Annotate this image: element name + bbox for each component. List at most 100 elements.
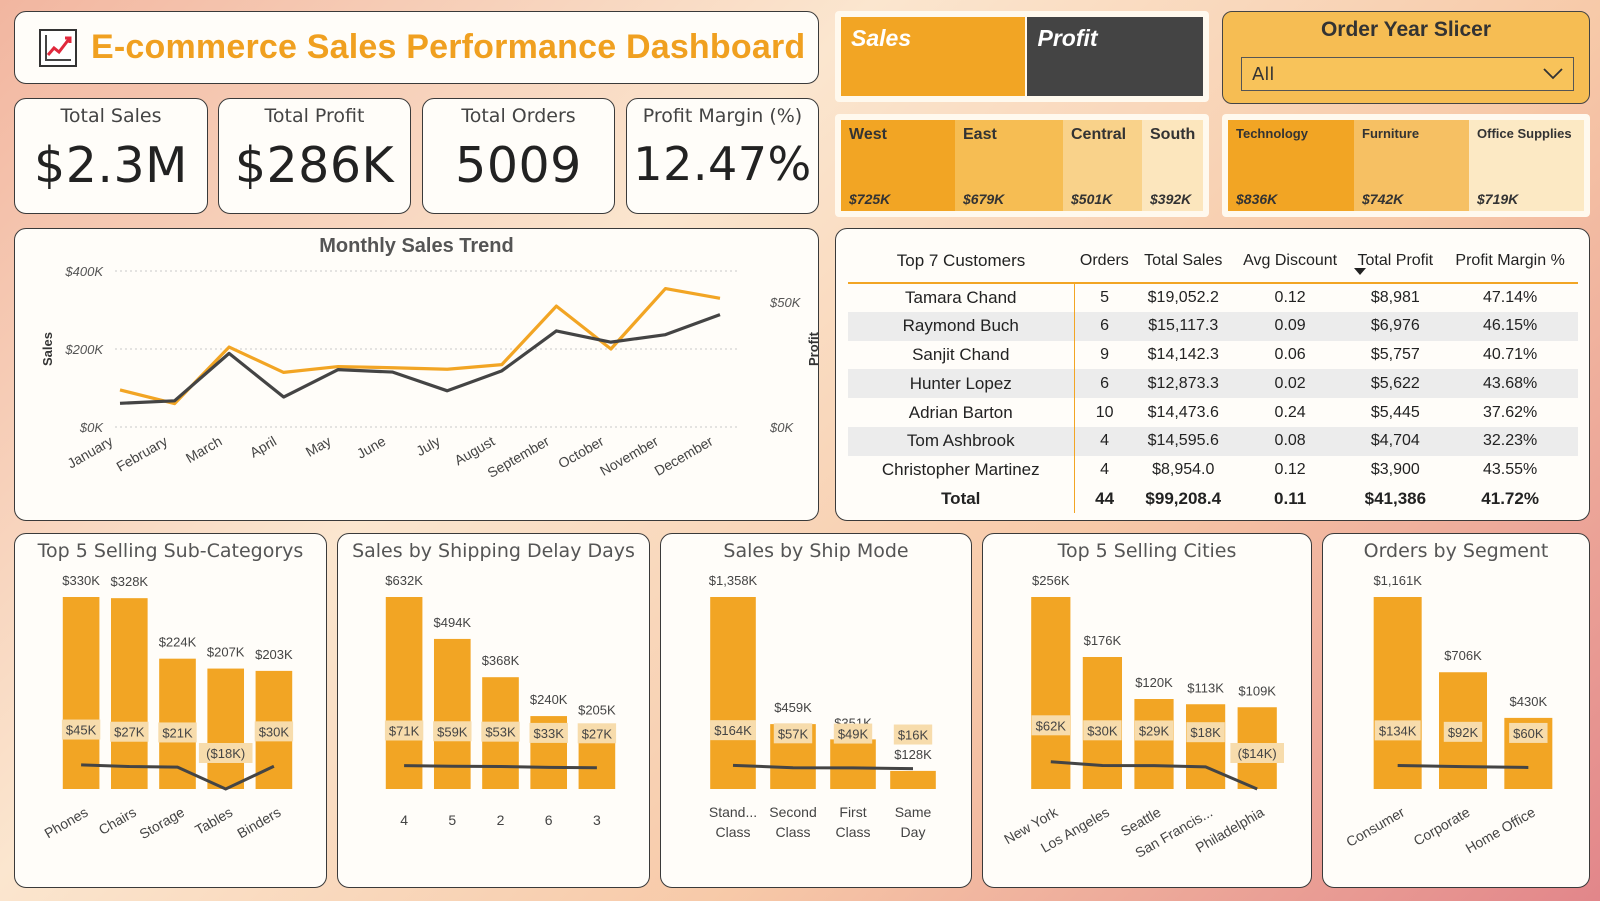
bar-value-label: $205K	[578, 703, 616, 718]
bar-value-label: $207K	[207, 645, 245, 660]
x-tick-label: May	[303, 433, 334, 460]
bar-value-label: $330K	[62, 573, 100, 588]
table-cell: $15,117.3	[1134, 311, 1232, 341]
kpi-value: $286K	[234, 137, 395, 194]
x-tick-label: December	[652, 433, 716, 479]
title-card: E-commerce Sales Performance Dashboard	[14, 11, 819, 84]
treemap-cell-south[interactable]: South $392K	[1142, 120, 1203, 211]
table-row[interactable]: Sanjit Chand 9 $14,142.3 0.06 $5,757 40.71%	[848, 340, 1578, 370]
treemap-label: East	[963, 126, 997, 143]
chart-increasing-icon	[39, 28, 77, 67]
treemap-cell-technology[interactable]: Technology $836K	[1228, 120, 1354, 211]
ship-mode-chart-card: Sales by Ship Mode $1,358K $164K Stand... C…	[660, 533, 972, 888]
bar-value-label: $240K	[530, 692, 568, 707]
profit-value-label: $30K	[1087, 723, 1118, 738]
treemap-cell-office-supplies[interactable]: Office Supplies $719K	[1469, 120, 1584, 211]
year-dropdown[interactable]: All	[1241, 57, 1574, 91]
segment-chart-card: Orders by Segment $1,161K $134K Consumer $7…	[1322, 533, 1590, 888]
column-header-sorted[interactable]: Total Profit	[1348, 239, 1443, 284]
bar[interactable]	[1134, 699, 1174, 789]
profit-value-label: $71K	[389, 724, 420, 739]
kpi-value: 12.47%	[633, 137, 812, 191]
y-tick-label: $200K	[64, 342, 104, 357]
table-row[interactable]: Tom Ashbrook 4 $14,595.6 0.08 $4,704 32.23%	[848, 426, 1578, 456]
x-tick-label: Day	[901, 824, 926, 840]
bar-value-label: $430K	[1510, 694, 1548, 709]
table-cell: 4	[1100, 461, 1110, 479]
x-tick-label: 2	[497, 812, 505, 828]
bar[interactable]	[385, 597, 423, 789]
bar[interactable]	[890, 770, 936, 789]
bar-value-label: $328K	[111, 574, 149, 589]
profit-toggle-button[interactable]: Profit	[1027, 17, 1203, 96]
bar[interactable]	[1031, 597, 1071, 789]
profit-value-label: $92K	[1448, 725, 1479, 740]
profit-value-label: $29K	[1139, 723, 1170, 738]
chart-title: Sales by Ship Mode	[723, 540, 909, 562]
treemap-cell-furniture[interactable]: Furniture $742K	[1354, 120, 1469, 211]
bar[interactable]	[110, 598, 148, 789]
bar[interactable]	[830, 739, 876, 789]
bar-value-label: $224K	[159, 635, 197, 650]
column-header[interactable]: Top 7 Customers	[848, 239, 1074, 284]
column-header[interactable]: Total Sales	[1134, 239, 1232, 284]
column-header[interactable]: Orders	[1074, 239, 1135, 284]
profit-value-label: $57K	[778, 726, 809, 741]
treemap-value: $836K	[1236, 191, 1278, 207]
series-line-sales[interactable]	[119, 286, 721, 406]
bar-value-label: $128K	[894, 747, 932, 762]
profit-value-label: $45K	[66, 723, 97, 738]
x-tick-label: 6	[545, 812, 553, 828]
profit-value-label: ($18K)	[206, 746, 245, 761]
x-tick-label: Binders	[234, 804, 283, 842]
bar[interactable]	[62, 597, 100, 789]
column-header[interactable]: Profit Margin %	[1442, 239, 1578, 284]
table-cell: $14,142.3	[1147, 345, 1219, 363]
kpi-value: 5009	[455, 137, 582, 194]
bar[interactable]	[710, 597, 756, 789]
table-cell: 5	[1100, 288, 1110, 306]
bar-value-label: $113K	[1187, 680, 1224, 695]
customer-name-cell: Hunter Lopez	[848, 369, 1075, 399]
table-row[interactable]: Christopher Martinez 4 $8,954.0 0.12 $3,900 4…	[848, 455, 1578, 485]
treemap-cell-east[interactable]: East $679K	[955, 120, 1063, 211]
treemap-label: Technology	[1236, 126, 1308, 141]
kpi-card-total-orders: Total Orders 5009	[422, 98, 615, 214]
dropdown-value: All	[1252, 63, 1275, 85]
treemap-label: South	[1150, 126, 1196, 143]
x-tick-label: Phones	[41, 804, 90, 842]
table-cell: 6	[1074, 311, 1135, 341]
table-row[interactable]: Hunter Lopez 6 $12,873.3 0.02 $5,622 43.68%	[848, 369, 1578, 399]
treemap-cell-west[interactable]: West $725K	[841, 120, 955, 211]
profit-value-label: $18K	[1190, 725, 1221, 740]
profit-value-label: $33K	[534, 726, 565, 741]
top-customers-card: Top 7 Customers Orders Total Sales Avg D…	[835, 228, 1590, 521]
treemap-cell-central[interactable]: Central $501K	[1063, 120, 1142, 211]
profit-line[interactable]	[732, 763, 914, 771]
total-cell: 44	[1095, 488, 1115, 508]
profit-value-label: $53K	[485, 725, 516, 740]
table-row[interactable]: Raymond Buch 6 $15,117.3 0.09 $6,976 46.15%	[848, 311, 1578, 341]
bar-value-label: $203K	[255, 647, 293, 662]
profit-line[interactable]	[1397, 764, 1529, 769]
order-year-slicer: Order Year Slicer All	[1222, 11, 1590, 104]
bar[interactable]	[1185, 704, 1226, 789]
bar-value-label: $459K	[774, 700, 812, 715]
profit-value-label: $164K	[714, 723, 752, 738]
bar-chart: $632K $71K 4 $494K $59K 5 $368K $53K 2 $240K $33K 6…	[384, 573, 617, 828]
profit-value-label: $21K	[162, 725, 193, 740]
total-cell: Total	[848, 484, 1075, 514]
table-row[interactable]: Adrian Barton 10 $14,473.6 0.24 $5,445 37.62%	[848, 398, 1578, 427]
page-title: E-commerce Sales Performance Dashboard	[91, 28, 806, 66]
kpi-value: $2.3M	[34, 137, 188, 194]
table-row[interactable]: Tamara Chand 5 $19,052.2 0.12 $8,981 47.14%	[848, 283, 1578, 312]
chart-title: Monthly Sales Trend	[319, 235, 514, 257]
profit-line[interactable]	[404, 764, 597, 770]
bar[interactable]	[1373, 597, 1422, 789]
y2-tick-label: $0K	[769, 420, 794, 435]
bar[interactable]	[207, 668, 245, 789]
x-tick-label: June	[354, 433, 388, 462]
column-header[interactable]: Avg Discount	[1231, 239, 1349, 284]
x-tick-label: July	[413, 433, 443, 459]
sales-toggle-button[interactable]: Sales	[841, 17, 1026, 96]
